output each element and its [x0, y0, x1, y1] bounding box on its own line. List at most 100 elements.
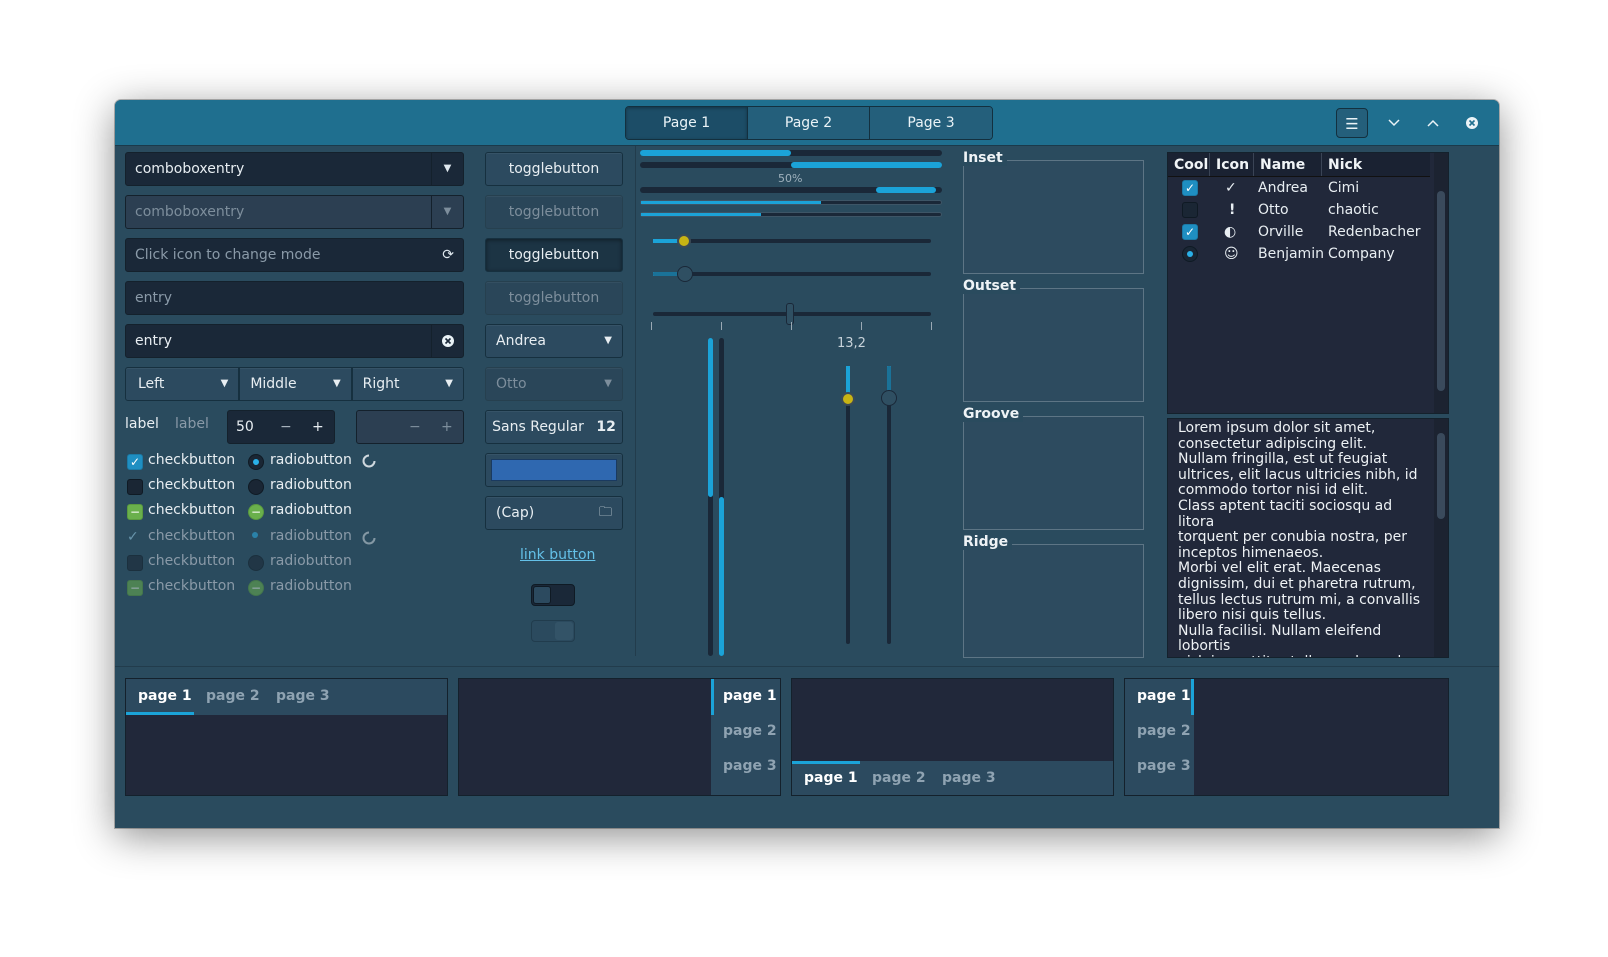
vertical-scale-1-knob[interactable]	[841, 392, 855, 406]
spin-minus-button[interactable]: −	[280, 411, 292, 443]
entry-with-clear[interactable]: entry	[125, 324, 464, 358]
tab-page-3[interactable]: page 3	[276, 688, 330, 704]
spinner-icon	[362, 454, 376, 468]
scale-1-knob[interactable]	[677, 234, 691, 248]
row-name: Benjamin	[1258, 246, 1324, 262]
radio-on[interactable]	[1182, 246, 1198, 262]
active-tab-indicator	[1191, 679, 1194, 715]
font-button[interactable]: Sans Regular 12	[485, 410, 623, 444]
spin-plus-button[interactable]: +	[312, 411, 324, 443]
menu-button[interactable]: ☰	[1336, 108, 1368, 138]
checkbox-unchecked[interactable]	[1182, 202, 1198, 218]
face-icon: ☺	[1224, 246, 1239, 262]
stack-page-3[interactable]: Page 3	[870, 107, 992, 139]
text-view[interactable]: Lorem ipsum dolor sit amet, consectetur …	[1167, 418, 1449, 658]
checkbutton-unchecked[interactable]: checkbutton	[148, 477, 235, 493]
maximize-button[interactable]	[1417, 108, 1449, 138]
scale-marks-knob[interactable]	[786, 303, 794, 325]
tab-page-2[interactable]: page 2	[723, 723, 777, 739]
checkbutton-checked-disabled: checkbutton	[148, 528, 236, 544]
tree-scrollbar[interactable]	[1434, 153, 1448, 413]
tab-page-2[interactable]: page 2	[872, 770, 926, 786]
folder-icon: 🗀	[598, 505, 612, 520]
textview-scrollbar[interactable]	[1434, 419, 1448, 657]
frame-inset	[963, 160, 1144, 274]
radiobutton-inactive[interactable]: radiobutton	[270, 477, 352, 493]
switch-off[interactable]	[531, 584, 575, 606]
radio-mixed[interactable]: −	[248, 504, 264, 520]
tab-page-3[interactable]: page 3	[1137, 758, 1191, 774]
tab-page-2[interactable]: page 2	[1137, 723, 1191, 739]
tab-page-1[interactable]: page 1	[138, 688, 192, 704]
togglebutton-pressed-disabled: togglebutton	[485, 281, 623, 315]
header-bar: Page 1 Page 2 Page 3 ☰	[115, 100, 1499, 146]
tab-page-3[interactable]: page 3	[942, 770, 996, 786]
tree-row[interactable]: ✓ ◐ Orville Redenbacher	[1168, 221, 1430, 243]
textview-scroll-thumb[interactable]	[1437, 433, 1445, 519]
tree-scroll-thumb[interactable]	[1437, 191, 1445, 391]
mode-entry[interactable]: Click icon to change mode ⟳	[125, 238, 464, 272]
moon-icon: ◐	[1224, 224, 1237, 240]
tab-page-3[interactable]: page 3	[723, 758, 777, 774]
vertical-scale-1[interactable]	[846, 366, 850, 644]
tab-page-1[interactable]: page 1	[804, 770, 858, 786]
checkbutton-checked[interactable]: checkbutton	[148, 452, 235, 468]
dropdown-arrow-icon: ▼	[604, 335, 612, 346]
color-swatch	[491, 459, 617, 481]
stack-page-1[interactable]: Page 1	[626, 107, 748, 139]
tick-mark	[721, 322, 722, 330]
refresh-icon[interactable]: ⟳	[442, 239, 454, 271]
radio-on[interactable]	[248, 454, 264, 470]
column-separator	[635, 146, 636, 656]
check-icon[interactable]: ✓	[1182, 180, 1198, 196]
minimize-button[interactable]	[1378, 108, 1410, 138]
mode-entry-placeholder: Click icon to change mode	[135, 247, 321, 263]
dropdown-arrow-icon[interactable]: ▼	[431, 153, 463, 185]
radio-off[interactable]	[248, 479, 264, 495]
color-button[interactable]	[485, 453, 623, 487]
dropdown-arrow-icon: ▼	[604, 378, 612, 389]
scale-1[interactable]	[653, 239, 931, 243]
combo-andrea[interactable]: Andrea ▼	[485, 324, 623, 358]
check-icon[interactable]: ✓	[1182, 224, 1198, 240]
tab-page-1[interactable]: page 1	[1137, 688, 1191, 704]
tick-mark	[931, 322, 932, 330]
combo-middle[interactable]: Middle ▼	[239, 367, 352, 401]
segmented-combos: Left ▼ Middle ▼ Right ▼	[125, 367, 464, 401]
close-button[interactable]	[1456, 108, 1488, 138]
combobox-entry[interactable]: comboboxentry ▼	[125, 152, 464, 186]
tree-row[interactable]: ☺ Benjamin Company	[1168, 243, 1430, 265]
combo-left[interactable]: Left ▼	[125, 367, 240, 401]
togglebutton-pressed[interactable]: togglebutton	[485, 238, 623, 272]
tick-mark	[791, 322, 792, 330]
spin-button[interactable]: 50 − +	[227, 410, 335, 444]
tab-page-1[interactable]: page 1	[723, 688, 777, 704]
check-icon[interactable]: ✓	[127, 454, 143, 470]
radiobutton-mixed[interactable]: radiobutton	[270, 502, 352, 518]
spinner-icon	[362, 531, 376, 545]
tree-row[interactable]: ! Otto chaotic	[1168, 199, 1430, 221]
font-size: 12	[596, 419, 616, 435]
column-cool[interactable]: Cool	[1168, 153, 1210, 176]
chevron-down-icon	[1388, 119, 1400, 127]
clear-icon[interactable]	[431, 325, 463, 357]
link-button[interactable]: link button	[520, 547, 595, 563]
radiobutton-active[interactable]: radiobutton	[270, 452, 352, 468]
frame-outset	[963, 288, 1144, 402]
combo-right[interactable]: Right ▼	[351, 367, 464, 401]
file-chooser-button[interactable]: (Cap) 🗀	[485, 496, 623, 530]
column-nick[interactable]: Nick	[1322, 153, 1430, 176]
checkbox-unchecked[interactable]	[127, 479, 143, 495]
combo-otto: Otto ▼	[485, 367, 623, 401]
checkbox-mixed[interactable]: −	[127, 504, 143, 520]
tree-row[interactable]: ✓ ✓ Andrea Cimi	[1168, 177, 1430, 199]
togglebutton-1[interactable]: togglebutton	[485, 152, 623, 186]
entry-field[interactable]: entry	[125, 281, 464, 315]
column-icon[interactable]: Icon	[1210, 153, 1254, 176]
switch-disabled	[531, 620, 575, 642]
stack-page-2[interactable]: Page 2	[748, 107, 870, 139]
checkbutton-mixed[interactable]: checkbutton	[148, 502, 235, 518]
frame-groove-label: Groove	[963, 406, 1024, 422]
tab-page-2[interactable]: page 2	[206, 688, 260, 704]
column-name[interactable]: Name	[1254, 153, 1322, 176]
